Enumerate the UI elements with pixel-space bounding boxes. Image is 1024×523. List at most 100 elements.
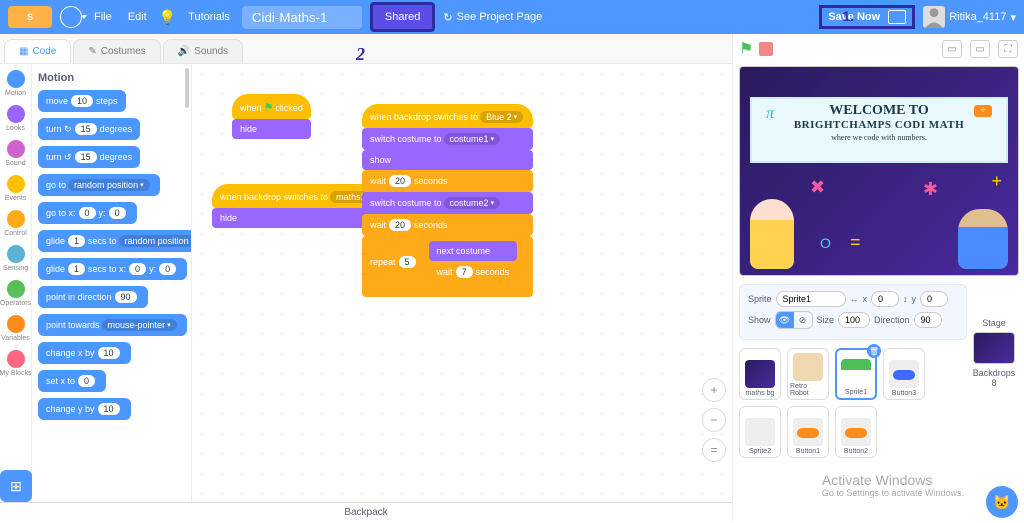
sprite-thumb-icon (889, 360, 919, 388)
sprite-name-input[interactable] (776, 291, 846, 307)
stage-preview[interactable]: π ÷ WELCOME TO BRIGHTCHAMPS CODI MATH wh… (739, 66, 1019, 276)
file-menu[interactable]: File (90, 11, 116, 23)
cat-sound[interactable] (7, 140, 25, 158)
cat-operators[interactable] (7, 280, 25, 298)
folder-icon[interactable] (888, 10, 906, 24)
cat-events[interactable] (7, 175, 25, 193)
sprite-tile-button2[interactable]: Button2 (835, 406, 877, 458)
user-menu[interactable]: Ritika_4117 ▾ (923, 6, 1016, 28)
cat-looks[interactable] (7, 105, 25, 123)
stage-character-left (750, 199, 794, 269)
editor-tabs: ▦Code ✎Costumes 🔊Sounds (0, 34, 732, 64)
add-sprite-button[interactable]: 🐱 (986, 486, 1018, 518)
cat-control[interactable] (7, 210, 25, 228)
blk-hide-1[interactable]: hide (232, 119, 311, 139)
blk-changey[interactable]: change y by10 (38, 398, 131, 420)
blk-show[interactable]: show (362, 150, 533, 170)
blk-switch-costume-1[interactable]: switch costume tocostume1 (362, 128, 533, 150)
sprite-tile-sprite2[interactable]: Sprite2 (739, 406, 781, 458)
blk-wait-1[interactable]: wait20seconds (362, 170, 533, 192)
see-project-page[interactable]: ↻ See Project Page (443, 11, 542, 24)
blk-goto[interactable]: go torandom position (38, 174, 160, 196)
banner-line-2: BRIGHTCHAMPS CODI MATH (756, 119, 1002, 131)
blk-hide-2[interactable]: hide (212, 208, 387, 228)
script-stack-2[interactable]: when backdrop switches tomaths1 hide (212, 184, 387, 228)
zoom-out-button[interactable]: − (702, 408, 726, 432)
cat-events-label: Events (0, 195, 32, 202)
language-icon[interactable] (60, 6, 82, 28)
palette-scrollbar[interactable] (185, 68, 189, 108)
delete-sprite-icon[interactable]: 🗑 (867, 344, 881, 358)
tab-sounds[interactable]: 🔊Sounds (163, 39, 243, 63)
zoom-reset-button[interactable]: = (702, 438, 726, 462)
sprite-direction-input[interactable] (914, 312, 942, 328)
sprite-y-input[interactable] (920, 291, 948, 307)
tutorials-menu[interactable]: Tutorials (184, 11, 234, 23)
blk-move[interactable]: move10steps (38, 90, 126, 112)
backdrops-count: 8 (991, 378, 996, 388)
blk-turn-ccw[interactable]: turn ↺15degrees (38, 146, 140, 168)
blk-point-dir[interactable]: point in direction90 (38, 286, 148, 308)
visibility-toggle[interactable]: 👁⊘ (775, 311, 813, 329)
sprite-tile-retrorobot[interactable]: Retro Robot (787, 348, 829, 400)
blk-when-flag[interactable]: when⚑clicked (232, 94, 311, 119)
stage-large-button[interactable]: ▭ (970, 40, 990, 58)
green-flag-icon: ⚑ (264, 101, 274, 114)
sprite-tile-sprite1[interactable]: 🗑Sprite1 (835, 348, 877, 400)
blk-point-to[interactable]: point towardsmouse-pointer (38, 314, 187, 336)
stage-small-button[interactable]: ▭ (942, 40, 962, 58)
blk-when-backdrop-2[interactable]: when backdrop switches toBlue 2 (362, 104, 533, 128)
sprite-thumb-icon (745, 418, 775, 446)
pi-icon: π (766, 105, 774, 123)
blk-repeat[interactable]: repeat5 next costume wait7seconds (362, 236, 533, 297)
blk-wait-3[interactable]: wait7seconds (429, 261, 518, 283)
backpack-panel[interactable]: Backpack (0, 502, 732, 522)
blk-switch-costume-2[interactable]: switch costume tocostume2 (362, 192, 533, 214)
edit-menu[interactable]: Edit (124, 11, 151, 23)
sprite-info-panel: Sprite ↔ x ↕ y Show 👁⊘ Size D (739, 284, 967, 340)
blk-next-costume[interactable]: next costume (429, 241, 518, 261)
tab-code[interactable]: ▦Code (4, 39, 71, 63)
stage-controls: ⚑ ▭ ▭ ⛶ (733, 34, 1024, 64)
project-name-input[interactable] (242, 6, 362, 29)
sprite-x-input[interactable] (871, 291, 899, 307)
x-label: x (863, 294, 868, 304)
green-flag-button[interactable]: ⚑ (739, 39, 753, 59)
plus-symbol-icon: + (991, 171, 1002, 192)
script-stack-3[interactable]: when backdrop switches toBlue 2 switch c… (362, 104, 533, 297)
zoom-in-button[interactable]: + (702, 378, 726, 402)
shared-badge[interactable]: Shared (370, 2, 435, 32)
eye-on-icon: 👁 (776, 312, 794, 328)
blk-glide[interactable]: glide1secs torandom position (38, 230, 192, 252)
sprite-tile-mathsbg[interactable]: maths bg (739, 348, 781, 400)
sprite-tile-button3[interactable]: Button3 (883, 348, 925, 400)
scripts-workspace[interactable]: when⚑clicked hide when backdrop switches… (192, 64, 732, 502)
stop-button[interactable] (759, 42, 773, 56)
tab-costumes[interactable]: ✎Costumes (73, 39, 160, 63)
blk-when-backdrop-1[interactable]: when backdrop switches tomaths1 (212, 184, 387, 208)
blk-changex[interactable]: change x by10 (38, 342, 131, 364)
save-now-box: Save Now (819, 5, 915, 29)
cat-motion[interactable] (7, 70, 25, 88)
cat-sensing[interactable] (7, 245, 25, 263)
blk-gotoxy[interactable]: go to x:0y:0 (38, 202, 137, 224)
stage-full-button[interactable]: ⛶ (998, 40, 1018, 58)
add-extension-button[interactable]: ⊞ (0, 470, 32, 502)
cat-myblocks[interactable] (7, 350, 25, 368)
tab-costumes-label: Costumes (101, 46, 146, 57)
username-label: Ritika_4117 (949, 11, 1006, 23)
blk-setx[interactable]: set x to0 (38, 370, 106, 392)
blk-wait-2[interactable]: wait20seconds (362, 214, 533, 236)
sprite-thumb-icon (841, 359, 871, 387)
blk-turn-cw[interactable]: turn ↻15degrees (38, 118, 140, 140)
cat-variables[interactable] (7, 315, 25, 333)
save-now-button[interactable]: Save Now (828, 11, 880, 23)
sprite-size-input[interactable] (838, 312, 870, 328)
sprite-thumb-icon (745, 360, 775, 388)
script-stack-1[interactable]: when⚑clicked hide (232, 94, 311, 139)
multiply-symbol-icon: ✱ (923, 179, 938, 200)
sprite-tile-button1[interactable]: Button1 (787, 406, 829, 458)
stage-thumbnail[interactable] (973, 332, 1015, 364)
scratch-logo[interactable]: S (8, 6, 52, 28)
blk-glidexy[interactable]: glide1secs to x:0y:0 (38, 258, 187, 280)
